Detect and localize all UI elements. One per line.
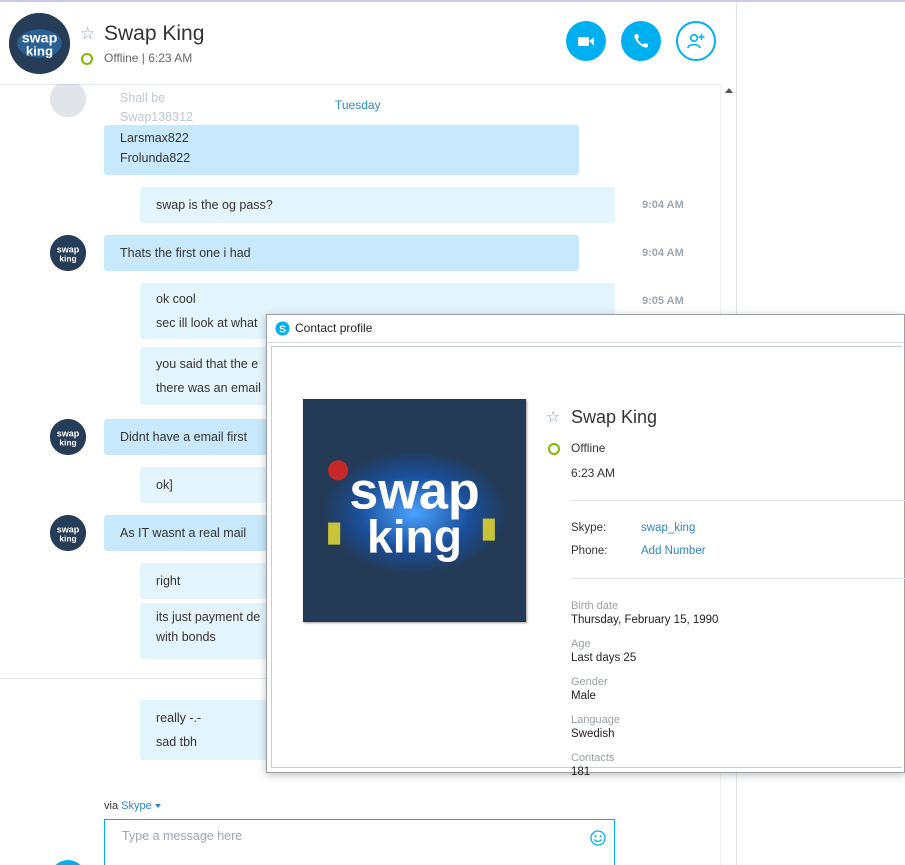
message-composer[interactable] — [104, 819, 615, 865]
birth-date-label: Birth date — [571, 600, 619, 612]
message-timestamp: 9:04 AM — [642, 199, 684, 211]
contact-avatar-small[interactable]: swap king — [50, 235, 86, 271]
contacts-value: 181 — [571, 766, 591, 778]
birth-date-value: Thursday, February 15, 1990 — [571, 614, 719, 626]
profile-picture: swap king — [303, 399, 526, 622]
skype-logo-icon: S — [275, 321, 290, 336]
dialog-title-bar[interactable]: S Contact profile — [267, 315, 904, 343]
contacts-label: Contacts — [571, 752, 615, 764]
faded-line: Shall be — [120, 91, 166, 105]
language-value: Swedish — [571, 728, 615, 740]
message-line: ok cool — [156, 292, 196, 306]
message-bubble-self[interactable]: swap is the og pass? — [140, 187, 615, 223]
video-call-icon — [578, 37, 594, 46]
svg-text:king: king — [59, 533, 76, 543]
language-label: Language — [571, 714, 620, 726]
swap-king-logo: swap king — [50, 515, 86, 551]
phone-label: Phone: — [571, 545, 608, 557]
svg-text:king: king — [59, 437, 76, 447]
skype-name-label: Skype: — [571, 522, 607, 534]
phone-icon — [634, 34, 648, 48]
message-line: Frolunda822 — [120, 151, 191, 165]
swap-king-logo: swap king — [9, 13, 70, 74]
svg-text:king: king — [59, 253, 76, 263]
favorite-star-icon[interactable]: ☆ — [546, 407, 560, 426]
via-label: via — [104, 800, 119, 812]
message-bubble-contact[interactable]: Larsmax822 Frolunda822 — [104, 125, 579, 175]
section-divider — [571, 578, 905, 579]
profile-name: Swap King — [571, 407, 658, 427]
audio-call-button[interactable] — [621, 21, 661, 61]
contact-avatar[interactable]: swap king — [9, 13, 70, 74]
contact-profile-dialog: S Contact profile swap king ☆ Swap King … — [266, 314, 905, 778]
add-number-link[interactable]: Add Number — [641, 545, 706, 557]
message-line: swap is the og pass? — [156, 198, 273, 212]
gender-label: Gender — [571, 676, 608, 688]
message-timestamp: 9:04 AM — [642, 247, 684, 259]
offline-status-icon — [548, 443, 560, 455]
via-skype-link[interactable]: Skype — [121, 800, 152, 812]
message-timestamp: 9:05 AM — [642, 295, 684, 307]
day-separator: Tuesday — [335, 98, 381, 112]
offline-status-icon — [81, 53, 93, 65]
add-contact-icon — [687, 33, 705, 49]
contact-avatar-small[interactable]: swap king — [50, 419, 86, 455]
add-contact-button[interactable] — [676, 21, 716, 61]
profile-status: Offline — [571, 441, 606, 455]
section-divider — [571, 500, 905, 501]
contact-avatar-faded — [50, 84, 86, 117]
send-via-selector[interactable]: via Skype — [104, 800, 161, 812]
age-value: Last days 25 — [571, 652, 637, 664]
faded-message-text: Shall be Swap138312 — [120, 89, 193, 127]
profile-content: swap king ☆ Swap King Offline 6:23 AM Sk… — [271, 346, 905, 778]
emoji-icon[interactable] — [590, 830, 606, 846]
message-line: Thats the first one i had — [120, 246, 251, 260]
self-avatar[interactable] — [50, 860, 86, 865]
message-input[interactable] — [120, 828, 564, 844]
scroll-up-arrow-icon[interactable] — [725, 88, 733, 93]
profile-local-time: 6:23 AM — [571, 466, 616, 480]
svg-text:king: king — [367, 511, 462, 563]
swap-king-logo: swap king — [50, 419, 86, 455]
chevron-down-icon[interactable] — [154, 804, 161, 809]
gender-value: Male — [571, 690, 596, 702]
age-label: Age — [571, 638, 591, 650]
favorite-star-icon[interactable]: ☆ — [80, 24, 95, 44]
message-bubble-contact[interactable]: Thats the first one i had — [104, 235, 579, 271]
dialog-title: Contact profile — [295, 321, 373, 335]
svg-text:S: S — [279, 324, 286, 335]
contact-avatar-small[interactable]: swap king — [50, 515, 86, 551]
contact-name: Swap King — [104, 22, 205, 45]
swap-king-logo: swap king — [50, 235, 86, 271]
contact-status: Offline | 6:23 AM — [104, 51, 193, 65]
conversation-header: swap king ☆ Swap King Offline | 6:23 AM — [0, 2, 736, 85]
swap-king-logo — [50, 84, 86, 117]
svg-text:king: king — [26, 44, 53, 59]
swap-king-logo: swap king — [304, 400, 525, 621]
video-call-button[interactable] — [566, 21, 606, 61]
skype-name-value[interactable]: swap_king — [641, 522, 695, 534]
